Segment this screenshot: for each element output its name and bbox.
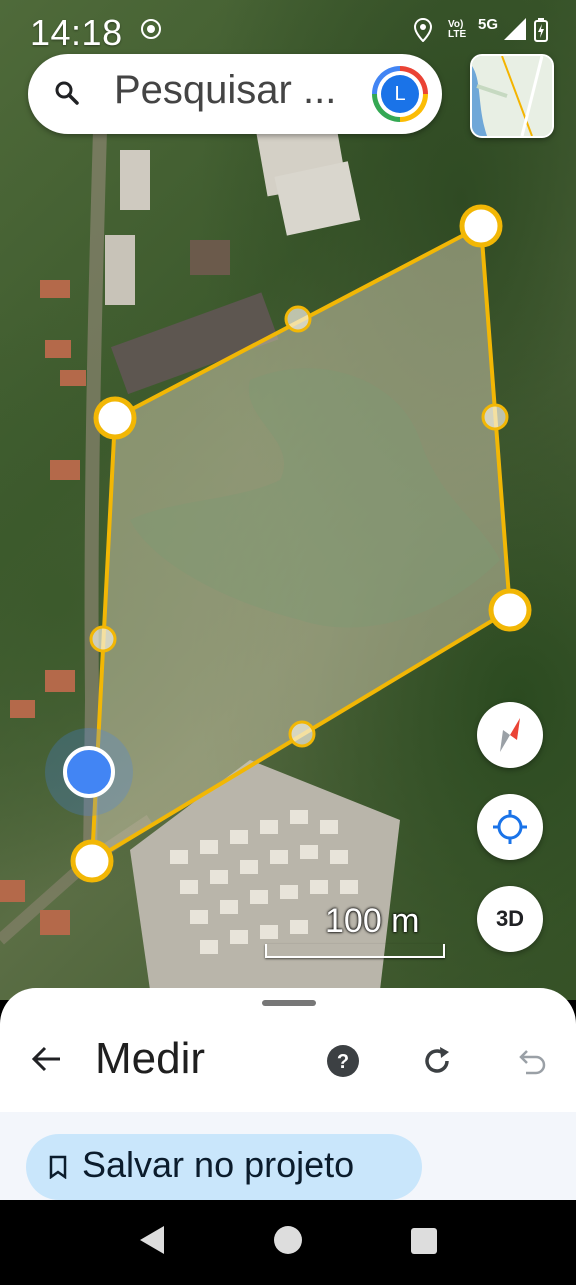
- location-icon: [413, 17, 433, 47]
- back-arrow-icon[interactable]: [30, 1042, 64, 1081]
- system-navigation-bar: [0, 1200, 576, 1280]
- nav-recents-icon: [411, 1228, 437, 1254]
- page-title: Medir: [95, 1034, 206, 1083]
- map-layers-button[interactable]: [470, 54, 554, 138]
- vertex-handle: [93, 396, 137, 440]
- search-input[interactable]: Pesquisar ...: [114, 68, 336, 113]
- measure-bottom-sheet: Medir ? Salvar no projeto: [0, 988, 576, 1200]
- redo-icon[interactable]: [420, 1044, 454, 1083]
- map-scale-bar: [265, 944, 445, 958]
- 3d-view-button[interactable]: 3D: [477, 886, 543, 952]
- user-location-dot: [63, 746, 115, 798]
- help-icon[interactable]: ?: [326, 1044, 360, 1083]
- nav-back-icon: [140, 1226, 164, 1254]
- nav-home-icon: [274, 1226, 302, 1254]
- vertex-handle: [70, 839, 114, 883]
- midpoint-handle: [284, 305, 312, 333]
- save-to-project-label: Salvar no projeto: [82, 1144, 355, 1185]
- vertex-handle: [459, 204, 503, 248]
- volte-label: Vo) LTE: [448, 19, 467, 40]
- midpoint-handle: [481, 403, 509, 431]
- my-location-button[interactable]: [477, 794, 543, 860]
- search-bar[interactable]: Pesquisar ... L: [28, 54, 442, 134]
- bookmark-icon: [48, 1155, 68, 1184]
- midpoint-handle: [89, 625, 117, 653]
- search-icon: [54, 80, 80, 111]
- svg-text:?: ?: [337, 1051, 349, 1073]
- battery-charging-icon: [534, 18, 548, 47]
- avatar-letter: L: [381, 75, 419, 113]
- midpoint-handle: [288, 720, 316, 748]
- compass-icon: [500, 718, 520, 752]
- network-type-label: 5G: [478, 16, 499, 33]
- sheet-drag-handle[interactable]: [262, 1000, 316, 1006]
- vertex-handle: [488, 588, 532, 632]
- map-thumbnail-icon: [472, 56, 552, 136]
- status-time: 14:18: [30, 12, 123, 53]
- map-scale-label: 100 m: [325, 902, 420, 940]
- compass-button[interactable]: [477, 702, 543, 768]
- signal-icon: [504, 18, 526, 45]
- whatsapp-icon: [140, 18, 162, 45]
- account-avatar[interactable]: L: [372, 66, 428, 122]
- save-to-project-button[interactable]: Salvar no projeto: [26, 1134, 422, 1200]
- undo-icon[interactable]: [514, 1044, 548, 1083]
- my-location-icon: [493, 810, 527, 844]
